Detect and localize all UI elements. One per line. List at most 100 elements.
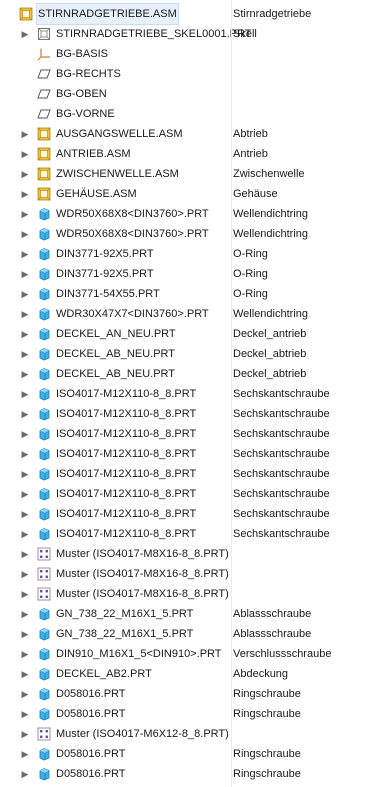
tree-item-name[interactable]: BG-RECHTS: [55, 64, 122, 84]
expand-arrow-icon[interactable]: ▶: [21, 624, 29, 644]
tree-item-name[interactable]: ANTRIEB.ASM: [55, 144, 132, 164]
tree-item-name[interactable]: ISO4017-M12X110-8_8.PRT: [55, 504, 197, 524]
expand-arrow-icon[interactable]: ▶: [21, 704, 29, 724]
expand-arrow-icon[interactable]: ▶: [21, 364, 29, 384]
tree-item-name[interactable]: Muster (ISO4017-M8X16-8_8.PRT): [55, 564, 230, 584]
tree-item-name[interactable]: STIRNRADGETRIEBE.ASM: [36, 3, 179, 25]
expand-arrow-icon[interactable]: ▶: [21, 284, 29, 304]
expand-arrow-icon[interactable]: ▶: [21, 644, 29, 664]
expand-arrow-icon[interactable]: ▶: [21, 344, 29, 364]
tree-row[interactable]: ▶ ISO4017-M12X110-8_8.PRT Sechskantschraub…: [0, 504, 377, 524]
expand-arrow-icon[interactable]: ▶: [21, 424, 29, 444]
tree-row[interactable]: ▶ Muster (ISO4017-M8X16-8_8.PRT): [0, 564, 377, 584]
expand-arrow-icon[interactable]: ▶: [21, 304, 29, 324]
expand-arrow-icon[interactable]: ▶: [21, 204, 29, 224]
expand-arrow-icon[interactable]: ▶: [21, 684, 29, 704]
tree-item-name[interactable]: ISO4017-M12X110-8_8.PRT: [55, 384, 197, 404]
expand-arrow-icon[interactable]: ▶: [21, 764, 29, 784]
tree-row[interactable]: ▶ ISO4017-M12X110-8_8.PRT Sechskantschraub…: [0, 384, 377, 404]
tree-row[interactable]: ▶ ISO4017-M12X110-8_8.PRT Sechskantschraub…: [0, 484, 377, 504]
expand-arrow-icon[interactable]: ▶: [21, 584, 29, 604]
tree-row[interactable]: ▶ STIRNRADGETRIEBE_SKEL0001.PRT Skell: [0, 24, 377, 44]
expand-arrow-icon[interactable]: ▶: [21, 124, 29, 144]
tree-row[interactable]: ▶ DECKEL_AB2.PRT Abdeckung: [0, 664, 377, 684]
tree-item-name[interactable]: D058016.PRT: [55, 684, 127, 704]
tree-item-name[interactable]: BG-OBEN: [55, 84, 108, 104]
tree-item-name[interactable]: Muster (ISO4017-M8X16-8_8.PRT): [55, 544, 230, 564]
tree-item-name[interactable]: DECKEL_AB_NEU.PRT: [55, 364, 176, 384]
tree-row[interactable]: ▶ ISO4017-M12X110-8_8.PRT Sechskantschraub…: [0, 524, 377, 544]
tree-row[interactable]: ▶ WDR50X68X8<DIN3760>.PRT Wellendichtring: [0, 204, 377, 224]
tree-row[interactable]: BG-RECHTS: [0, 64, 377, 84]
expand-arrow-icon[interactable]: ▶: [21, 264, 29, 284]
expand-arrow-icon[interactable]: ▶: [21, 224, 29, 244]
expand-arrow-icon[interactable]: ▶: [21, 324, 29, 344]
column-divider[interactable]: [231, 0, 232, 787]
tree-row[interactable]: ▶ AUSGANGSWELLE.ASM Abtrieb: [0, 124, 377, 144]
expand-arrow-icon[interactable]: ▶: [21, 24, 29, 44]
tree-row[interactable]: ▶ ISO4017-M12X110-8_8.PRT Sechskantschraub…: [0, 404, 377, 424]
tree-item-name[interactable]: BG-VORNE: [55, 104, 116, 124]
tree-row[interactable]: ▶ DECKEL_AB_NEU.PRT Deckel_abtrieb: [0, 344, 377, 364]
tree-row[interactable]: ▶ DIN910_M16X1_5<DIN910>.PRT Verschlusssch…: [0, 644, 377, 664]
expand-arrow-icon[interactable]: ▶: [21, 244, 29, 264]
tree-row[interactable]: ▶ ZWISCHENWELLE.ASM Zwischenwelle: [0, 164, 377, 184]
tree-item-name[interactable]: D058016.PRT: [55, 744, 127, 764]
expand-arrow-icon[interactable]: ▶: [21, 144, 29, 164]
tree-item-name[interactable]: WDR50X68X8<DIN3760>.PRT: [55, 224, 210, 244]
tree-row[interactable]: ▶ DECKEL_AB_NEU.PRT Deckel_abtrieb: [0, 364, 377, 384]
tree-row[interactable]: ▶ D058016.PRT Ringschraube: [0, 704, 377, 724]
tree-row[interactable]: ▶ D058016.PRT Ringschraube: [0, 764, 377, 784]
tree-row[interactable]: ▶ DIN3771-92X5.PRT O-Ring: [0, 244, 377, 264]
tree-item-name[interactable]: AUSGANGSWELLE.ASM: [55, 124, 184, 144]
tree-row[interactable]: BG-OBEN: [0, 84, 377, 104]
tree-item-name[interactable]: DIN3771-92X5.PRT: [55, 244, 155, 264]
tree-row[interactable]: BG-BASIS: [0, 44, 377, 64]
tree-row[interactable]: ▶ Muster (ISO4017-M6X12-8_8.PRT): [0, 724, 377, 744]
expand-arrow-icon[interactable]: ▶: [21, 724, 29, 744]
tree-item-name[interactable]: ISO4017-M12X110-8_8.PRT: [55, 444, 197, 464]
tree-item-name[interactable]: DECKEL_AN_NEU.PRT: [55, 324, 177, 344]
tree-item-name[interactable]: WDR30X47X7<DIN3760>.PRT: [55, 304, 210, 324]
expand-arrow-icon[interactable]: ▶: [21, 504, 29, 524]
tree-row[interactable]: BG-VORNE: [0, 104, 377, 124]
expand-arrow-icon[interactable]: ▶: [21, 604, 29, 624]
tree-item-name[interactable]: ISO4017-M12X110-8_8.PRT: [55, 484, 197, 504]
tree-item-name[interactable]: GN_738_22_M16X1_5.PRT: [55, 624, 194, 644]
tree-item-name[interactable]: STIRNRADGETRIEBE_SKEL0001.PRT: [55, 24, 252, 44]
tree-row[interactable]: ▶ Muster (ISO4017-M8X16-8_8.PRT): [0, 584, 377, 604]
tree-item-name[interactable]: ISO4017-M12X110-8_8.PRT: [55, 524, 197, 544]
tree-row[interactable]: ▶ D058016.PRT Ringschraube: [0, 684, 377, 704]
tree-row[interactable]: ▶ Muster (ISO4017-M8X16-8_8.PRT): [0, 544, 377, 564]
tree-item-name[interactable]: D058016.PRT: [55, 764, 127, 784]
tree-row[interactable]: ▶ ISO4017-M12X110-8_8.PRT Sechskantschraub…: [0, 424, 377, 444]
expand-arrow-icon[interactable]: ▶: [21, 464, 29, 484]
tree-item-name[interactable]: ISO4017-M12X110-8_8.PRT: [55, 464, 197, 484]
expand-arrow-icon[interactable]: ▶: [21, 544, 29, 564]
tree-item-name[interactable]: ISO4017-M12X110-8_8.PRT: [55, 404, 197, 424]
tree-row[interactable]: ▶ DECKEL_AN_NEU.PRT Deckel_antrieb: [0, 324, 377, 344]
tree-row[interactable]: ▶ WDR30X47X7<DIN3760>.PRT Wellendichtring: [0, 304, 377, 324]
expand-arrow-icon[interactable]: ▶: [21, 384, 29, 404]
tree-item-name[interactable]: DIN3771-92X5.PRT: [55, 264, 155, 284]
expand-arrow-icon[interactable]: ▶: [21, 564, 29, 584]
tree-row[interactable]: STIRNRADGETRIEBE.ASM Stirnradgetriebe: [0, 3, 377, 25]
tree-row[interactable]: ▶ GN_738_22_M16X1_5.PRT Ablassschraube: [0, 624, 377, 644]
tree-row[interactable]: ▶ GEHÄUSE.ASM Gehäuse: [0, 184, 377, 204]
tree-item-name[interactable]: ZWISCHENWELLE.ASM: [55, 164, 180, 184]
tree-item-name[interactable]: GEHÄUSE.ASM: [55, 184, 138, 204]
tree-item-name[interactable]: DECKEL_AB2.PRT: [55, 664, 153, 684]
tree-row[interactable]: ▶ WDR50X68X8<DIN3760>.PRT Wellendichtring: [0, 224, 377, 244]
tree-item-name[interactable]: Muster (ISO4017-M6X12-8_8.PRT): [55, 724, 230, 744]
tree-row[interactable]: ▶ D058016.PRT Ringschraube: [0, 744, 377, 764]
tree-item-name[interactable]: ISO4017-M12X110-8_8.PRT: [55, 424, 197, 444]
tree-row[interactable]: ▶ GN_738_22_M16X1_5.PRT Ablassschraube: [0, 604, 377, 624]
tree-item-name[interactable]: GN_738_22_M16X1_5.PRT: [55, 604, 194, 624]
expand-arrow-icon[interactable]: ▶: [21, 664, 29, 684]
tree-item-name[interactable]: DIN3771-54X55.PRT: [55, 284, 161, 304]
tree-item-name[interactable]: D058016.PRT: [55, 704, 127, 724]
tree-row[interactable]: ▶ DIN3771-54X55.PRT O-Ring: [0, 284, 377, 304]
tree-row[interactable]: ▶ ISO4017-M12X110-8_8.PRT Sechskantschraub…: [0, 464, 377, 484]
expand-arrow-icon[interactable]: ▶: [21, 164, 29, 184]
expand-arrow-icon[interactable]: ▶: [21, 744, 29, 764]
